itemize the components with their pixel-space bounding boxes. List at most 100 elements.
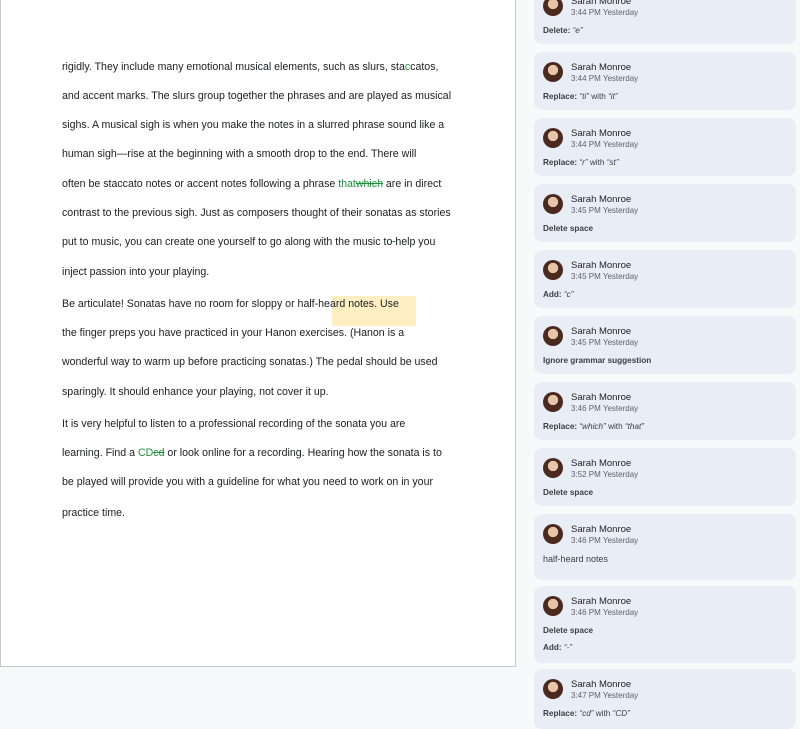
suggested-deletion: cd xyxy=(153,447,165,459)
action-label: Delete: xyxy=(543,26,573,35)
text-run: put to music, you can create one yoursel… xyxy=(62,236,393,248)
text-run: and accent marks. The slurs group togeth… xyxy=(62,90,452,102)
suggestion-action: Ignore grammar suggestion xyxy=(543,356,651,365)
commented-text: half-heard notes xyxy=(297,298,375,310)
avatar xyxy=(543,194,563,214)
text-run: It is very helpful to listen to a profes… xyxy=(62,418,406,430)
document-line: sparingly. It should enhance your playin… xyxy=(62,386,329,398)
action-label: Replace: xyxy=(543,709,580,718)
action-label: Delete space xyxy=(543,488,594,497)
timestamp: 3:45 PM Yesterday xyxy=(571,206,639,215)
text-run: practice time. xyxy=(62,507,125,519)
quoted-text: “which” xyxy=(579,422,606,431)
document-line: rigidly. They include many emotional mus… xyxy=(62,61,438,73)
author-name: Sarah Monroe xyxy=(571,392,632,403)
comment-card[interactable]: Sarah Monroe 3:46 PM Yesterday half-heard … xyxy=(534,514,796,580)
text-run: be played will provide you with a guidel… xyxy=(62,476,433,488)
replacement-text: “it” xyxy=(608,92,618,101)
action-label: Replace: xyxy=(543,422,580,431)
document-page[interactable]: rigidly. They include many emotional mus… xyxy=(0,0,516,667)
suggestion-card[interactable]: Sarah Monroe 3:47 PM Yesterday Replace: “c… xyxy=(534,669,796,729)
timestamp: 3:47 PM Yesterday xyxy=(571,691,639,700)
text-run: sparingly. It should enhance your playin… xyxy=(62,386,329,398)
document-line: and accent marks. The slurs group togeth… xyxy=(62,90,451,102)
text-run: Be articulate! Sonatas have no room for … xyxy=(62,298,298,310)
suggestions-sidebar: Sarah Monroe 3:44 PM Yesterday Delete: “e”… xyxy=(534,0,800,729)
avatar xyxy=(543,0,563,16)
text-run: are in direct xyxy=(382,178,442,190)
document-line: be played will provide you with a guidel… xyxy=(62,476,433,488)
suggestion-card[interactable]: Sarah Monroe 3:44 PM Yesterday Replace: “t… xyxy=(534,52,796,110)
timestamp: 3:52 PM Yesterday xyxy=(571,470,639,479)
document-line: put to music, you can create one yoursel… xyxy=(62,236,435,248)
with-separator: with xyxy=(605,422,625,431)
timestamp: 3:46 PM Yesterday xyxy=(571,536,639,545)
document-line: practice time. xyxy=(62,507,125,519)
avatar xyxy=(543,260,563,280)
replacement-text: “st” xyxy=(606,158,619,167)
timestamp: 3:44 PM Yesterday xyxy=(571,140,639,149)
author-name: Sarah Monroe xyxy=(571,679,632,690)
avatar xyxy=(543,62,563,82)
author-name: Sarah Monroe xyxy=(571,0,632,7)
avatar xyxy=(543,458,563,478)
text-run: or look online for a recording. Hearing … xyxy=(164,447,442,459)
action-label: Delete space xyxy=(543,626,594,635)
suggested-deletion: which xyxy=(355,178,383,190)
text-run: . Use xyxy=(374,298,399,310)
quoted-text: “ti” xyxy=(579,92,589,101)
document-line: wonderful way to warm up before practici… xyxy=(62,356,438,368)
document-line: Be articulate! Sonatas have no room for … xyxy=(62,298,399,310)
with-separator: with xyxy=(593,709,613,718)
suggestion-card[interactable]: Sarah Monroe 3:45 PM Yesterday Ignore gram… xyxy=(534,316,796,374)
avatar xyxy=(543,596,563,616)
text-run: help you xyxy=(395,236,436,248)
action-label: Add: xyxy=(543,290,564,299)
with-separator: with xyxy=(587,158,607,167)
suggestion-action: Add: “c” xyxy=(543,290,573,299)
suggestion-card[interactable]: Sarah Monroe 3:44 PM Yesterday Replace: “r… xyxy=(534,118,796,176)
suggestion-action: Delete: “e” xyxy=(543,26,583,35)
avatar xyxy=(543,128,563,148)
document-line: It is very helpful to listen to a profes… xyxy=(62,418,405,430)
suggestion-action: Replace: “ti” with “it” xyxy=(543,92,618,101)
author-name: Sarah Monroe xyxy=(571,524,632,535)
timestamp: 3:44 PM Yesterday xyxy=(571,8,639,17)
suggestion-card[interactable]: Sarah Monroe 3:45 PM Yesterday Add: “c” xyxy=(534,250,796,308)
document-line: learning. Find a CDcd or look online for… xyxy=(62,447,442,459)
document-line: the finger preps you have practiced in y… xyxy=(62,327,404,339)
suggestion-card[interactable]: Sarah Monroe 3:46 PM Yesterday Replace: “w… xyxy=(534,382,796,440)
timestamp: 3:46 PM Yesterday xyxy=(571,608,639,617)
suggestion-action: Replace: “r” with “st” xyxy=(543,158,619,167)
quoted-text: “r” xyxy=(579,158,588,167)
avatar xyxy=(543,524,563,544)
author-name: Sarah Monroe xyxy=(571,326,632,337)
suggestion-action: Replace: “cd” with “CD” xyxy=(543,709,630,718)
suggestion-action: Delete space xyxy=(543,626,593,635)
action-label: Replace: xyxy=(543,158,580,167)
timestamp: 3:45 PM Yesterday xyxy=(571,272,639,281)
text-run: contrast to the previous sigh. Just as c… xyxy=(62,207,451,219)
suggestion-card[interactable]: Sarah Monroe 3:45 PM Yesterday Delete spac… xyxy=(534,184,796,242)
suggestion-action: Delete space xyxy=(543,224,593,233)
replacement-text: “that” xyxy=(624,422,645,431)
suggestion-card[interactable]: Sarah Monroe 3:44 PM Yesterday Delete: “e” xyxy=(534,0,796,44)
action-label: Delete space xyxy=(543,224,594,233)
author-name: Sarah Monroe xyxy=(571,260,632,271)
suggestion-action: Delete space xyxy=(543,488,593,497)
suggested-insertion: that xyxy=(338,178,356,190)
text-run: catos, xyxy=(410,61,439,73)
author-name: Sarah Monroe xyxy=(571,194,632,205)
suggestion-card[interactable]: Sarah Monroe 3:52 PM Yesterday Delete spac… xyxy=(534,448,796,506)
document-line: human sigh—rise at the beginning with a … xyxy=(62,148,416,160)
action-label: Ignore grammar suggestion xyxy=(543,356,652,365)
timestamp: 3:45 PM Yesterday xyxy=(571,338,639,347)
text-run: rigidly. They include many emotional mus… xyxy=(62,61,405,73)
avatar xyxy=(543,679,563,699)
text-run: the finger preps you have practiced in y… xyxy=(62,327,405,339)
suggestion-card[interactable]: Sarah Monroe 3:46 PM Yesterday Delete spac… xyxy=(534,586,796,663)
author-name: Sarah Monroe xyxy=(571,62,632,73)
text-run: sighs. A musical sigh is when you make t… xyxy=(62,119,445,131)
replacement-text: “CD” xyxy=(612,709,630,718)
timestamp: 3:44 PM Yesterday xyxy=(571,74,639,83)
